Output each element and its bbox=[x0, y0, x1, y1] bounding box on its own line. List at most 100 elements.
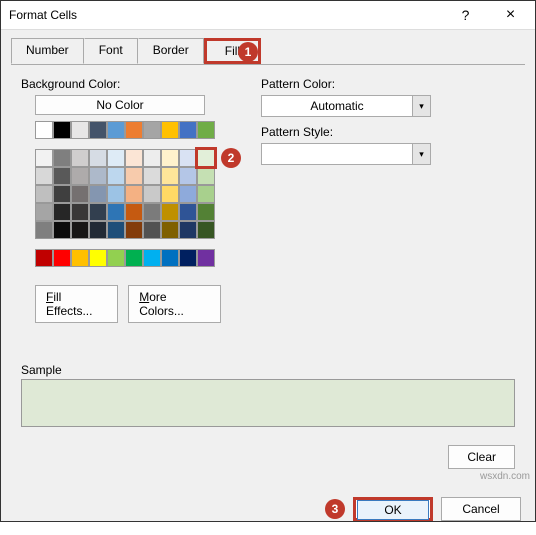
color-swatch[interactable] bbox=[53, 249, 71, 267]
more-colors-button[interactable]: More Colors... bbox=[128, 285, 221, 323]
color-swatch[interactable] bbox=[71, 249, 89, 267]
color-swatch[interactable] bbox=[53, 185, 71, 203]
color-swatch[interactable] bbox=[143, 185, 161, 203]
color-swatch[interactable] bbox=[89, 203, 107, 221]
tab-font[interactable]: Font bbox=[84, 38, 138, 64]
clear-button[interactable]: Clear bbox=[448, 445, 515, 469]
color-swatch[interactable] bbox=[125, 203, 143, 221]
tab-border[interactable]: Border bbox=[138, 38, 204, 64]
color-swatch[interactable] bbox=[125, 121, 143, 139]
color-swatch[interactable] bbox=[161, 121, 179, 139]
color-swatch[interactable] bbox=[125, 149, 143, 167]
standard-colors-row bbox=[35, 249, 221, 267]
color-swatch[interactable] bbox=[89, 167, 107, 185]
color-swatch[interactable] bbox=[107, 121, 125, 139]
color-swatch[interactable] bbox=[179, 149, 197, 167]
color-swatch[interactable] bbox=[107, 249, 125, 267]
color-swatch[interactable] bbox=[71, 121, 89, 139]
color-swatch[interactable] bbox=[89, 185, 107, 203]
color-swatch[interactable] bbox=[197, 121, 215, 139]
dialog-footer: 3 OK Cancel bbox=[1, 487, 535, 535]
color-swatch[interactable] bbox=[35, 149, 53, 167]
color-swatch[interactable] bbox=[125, 185, 143, 203]
color-swatch[interactable] bbox=[161, 221, 179, 239]
sample-label: Sample bbox=[21, 363, 515, 377]
color-swatch[interactable] bbox=[53, 203, 71, 221]
color-swatch[interactable] bbox=[35, 203, 53, 221]
color-swatch[interactable] bbox=[107, 149, 125, 167]
color-swatch[interactable] bbox=[197, 249, 215, 267]
fill-effects-button[interactable]: Fill Effects... bbox=[35, 285, 118, 323]
color-swatch[interactable] bbox=[71, 203, 89, 221]
color-swatch[interactable] bbox=[197, 167, 215, 185]
color-swatch[interactable] bbox=[35, 221, 53, 239]
cancel-button[interactable]: Cancel bbox=[441, 497, 521, 521]
ok-button[interactable]: OK bbox=[353, 497, 433, 521]
color-swatch[interactable] bbox=[53, 149, 71, 167]
color-swatch[interactable] bbox=[179, 121, 197, 139]
color-swatch[interactable] bbox=[35, 167, 53, 185]
pattern-style-label: Pattern Style: bbox=[261, 125, 515, 139]
color-swatch[interactable] bbox=[143, 249, 161, 267]
background-color-section: Background Color: No Color 2 Fill Effect… bbox=[21, 77, 221, 323]
color-swatch[interactable] bbox=[179, 185, 197, 203]
close-icon: × bbox=[506, 6, 515, 24]
color-swatch[interactable] bbox=[161, 185, 179, 203]
tab-number[interactable]: Number bbox=[11, 38, 84, 64]
pattern-color-value: Automatic bbox=[262, 99, 412, 113]
color-swatch[interactable] bbox=[53, 221, 71, 239]
chevron-down-icon: ▾ bbox=[412, 96, 430, 116]
color-swatch[interactable] bbox=[107, 221, 125, 239]
color-swatch[interactable] bbox=[197, 185, 215, 203]
titlebar: Format Cells ? × bbox=[1, 1, 535, 30]
color-swatch[interactable] bbox=[35, 185, 53, 203]
no-color-button[interactable]: No Color bbox=[35, 95, 205, 115]
color-swatch[interactable] bbox=[35, 121, 53, 139]
color-swatch[interactable] bbox=[125, 167, 143, 185]
color-swatch[interactable] bbox=[35, 249, 53, 267]
color-swatch[interactable] bbox=[143, 167, 161, 185]
pattern-style-dropdown[interactable]: ▾ bbox=[261, 143, 431, 165]
color-swatch[interactable] bbox=[107, 185, 125, 203]
color-swatch[interactable] bbox=[71, 167, 89, 185]
color-swatch[interactable] bbox=[107, 167, 125, 185]
color-swatch[interactable] bbox=[71, 185, 89, 203]
color-swatch[interactable] bbox=[143, 221, 161, 239]
color-swatch[interactable] bbox=[179, 203, 197, 221]
color-swatch[interactable] bbox=[161, 149, 179, 167]
color-swatch[interactable] bbox=[197, 221, 215, 239]
color-swatch[interactable] bbox=[197, 149, 215, 167]
help-button[interactable]: ? bbox=[443, 1, 488, 29]
color-swatch[interactable] bbox=[197, 203, 215, 221]
color-swatch[interactable] bbox=[179, 167, 197, 185]
color-swatch[interactable] bbox=[161, 249, 179, 267]
close-button[interactable]: × bbox=[488, 1, 533, 29]
color-swatch[interactable] bbox=[161, 167, 179, 185]
color-swatch[interactable] bbox=[179, 221, 197, 239]
color-swatch[interactable] bbox=[89, 121, 107, 139]
pattern-section: Pattern Color: Automatic ▾ Pattern Style… bbox=[261, 77, 515, 323]
color-swatch[interactable] bbox=[143, 203, 161, 221]
annotation-1: 1 bbox=[238, 42, 258, 62]
color-swatch[interactable] bbox=[53, 121, 71, 139]
tab-bar: Number Font Border Fill 1 bbox=[11, 38, 535, 64]
pattern-color-dropdown[interactable]: Automatic ▾ bbox=[261, 95, 431, 117]
color-swatch[interactable] bbox=[71, 149, 89, 167]
tint-colors-grid bbox=[35, 149, 221, 239]
color-swatch[interactable] bbox=[71, 221, 89, 239]
tab-content-fill: Background Color: No Color 2 Fill Effect… bbox=[11, 64, 525, 479]
color-swatch[interactable] bbox=[161, 203, 179, 221]
color-swatch[interactable] bbox=[179, 249, 197, 267]
annotation-3: 3 bbox=[325, 499, 345, 519]
color-swatch[interactable] bbox=[143, 149, 161, 167]
sample-section: Sample bbox=[21, 363, 515, 427]
color-swatch[interactable] bbox=[143, 121, 161, 139]
color-swatch[interactable] bbox=[89, 221, 107, 239]
color-swatch[interactable] bbox=[89, 249, 107, 267]
chevron-down-icon: ▾ bbox=[412, 144, 430, 164]
color-swatch[interactable] bbox=[107, 203, 125, 221]
color-swatch[interactable] bbox=[53, 167, 71, 185]
color-swatch[interactable] bbox=[125, 249, 143, 267]
color-swatch[interactable] bbox=[89, 149, 107, 167]
color-swatch[interactable] bbox=[125, 221, 143, 239]
